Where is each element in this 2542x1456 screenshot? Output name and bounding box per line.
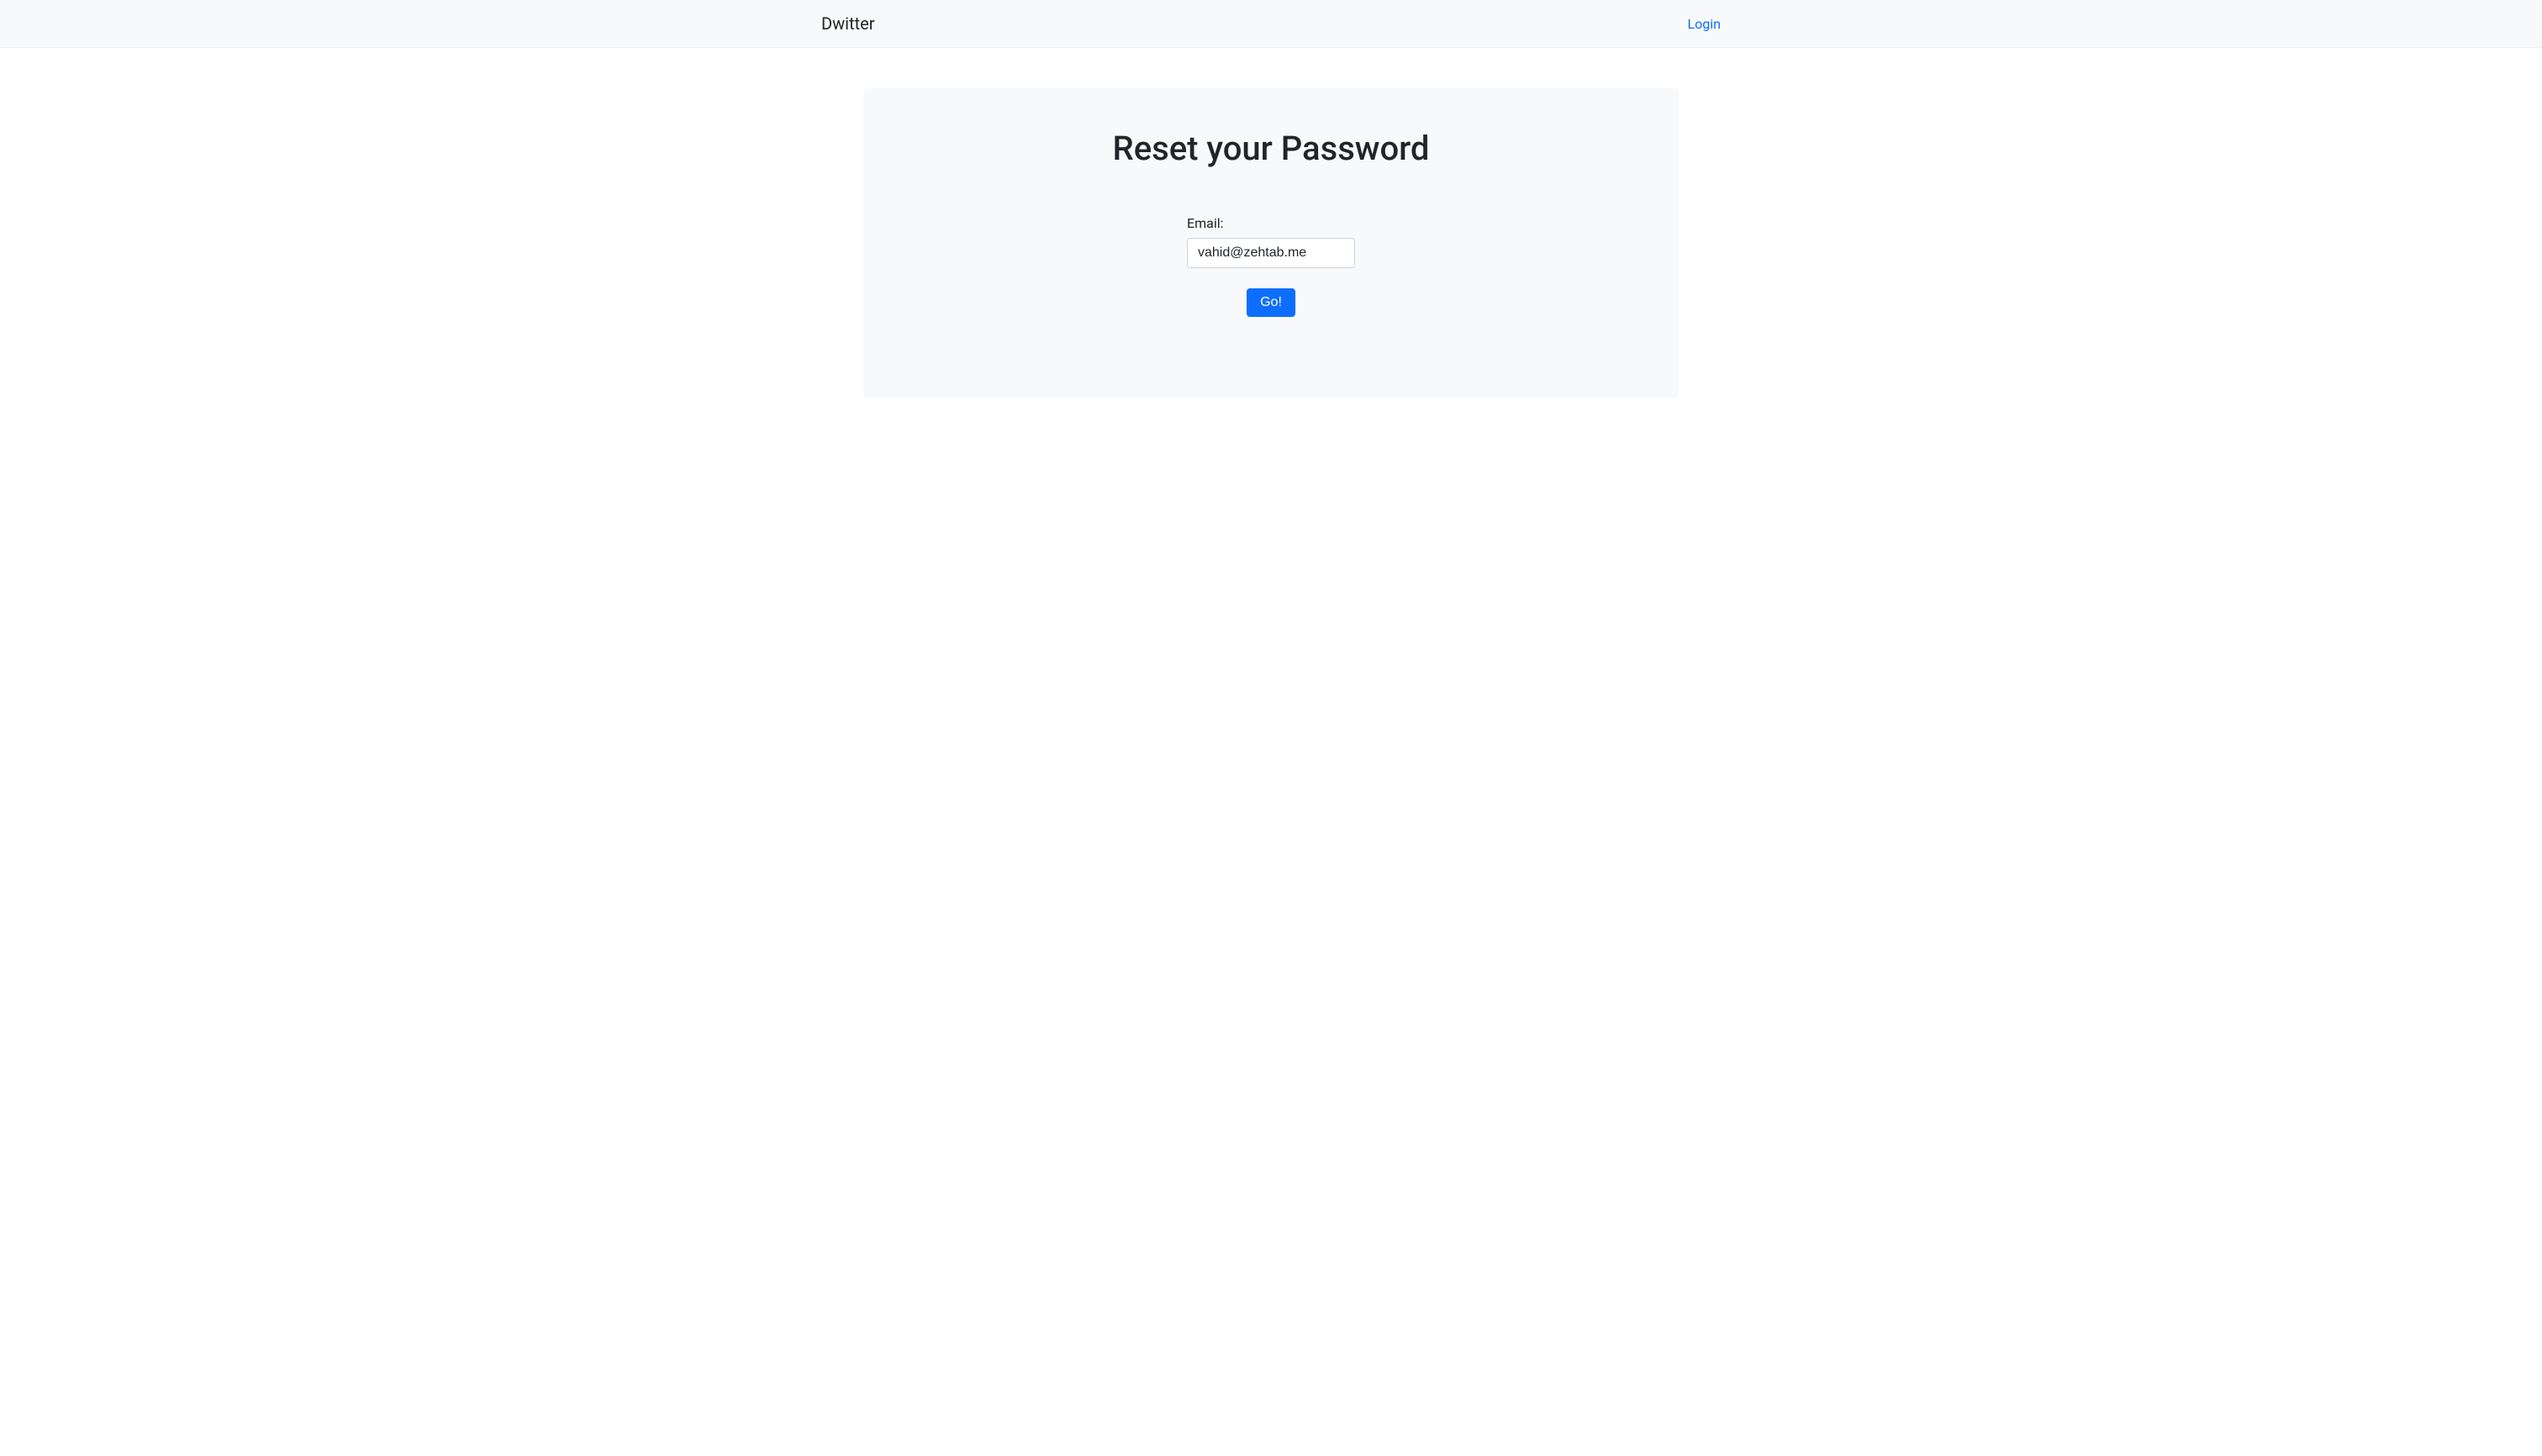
email-form-group: Email: (1187, 215, 1355, 268)
reset-password-card: Reset your Password Email: Go! (863, 88, 1679, 398)
form-wrapper: Email: Go! (904, 215, 1638, 317)
navbar-container: Dwitter Login (809, 13, 1733, 34)
email-label: Email: (1187, 215, 1355, 231)
navbar: Dwitter Login (0, 0, 2542, 48)
email-input[interactable] (1187, 238, 1355, 268)
submit-button[interactable]: Go! (1247, 288, 1295, 317)
brand-link[interactable]: Dwitter (821, 13, 875, 34)
login-link[interactable]: Login (1688, 16, 1721, 32)
page-title: Reset your Password (904, 129, 1638, 168)
main-container: Reset your Password Email: Go! (851, 88, 1691, 398)
